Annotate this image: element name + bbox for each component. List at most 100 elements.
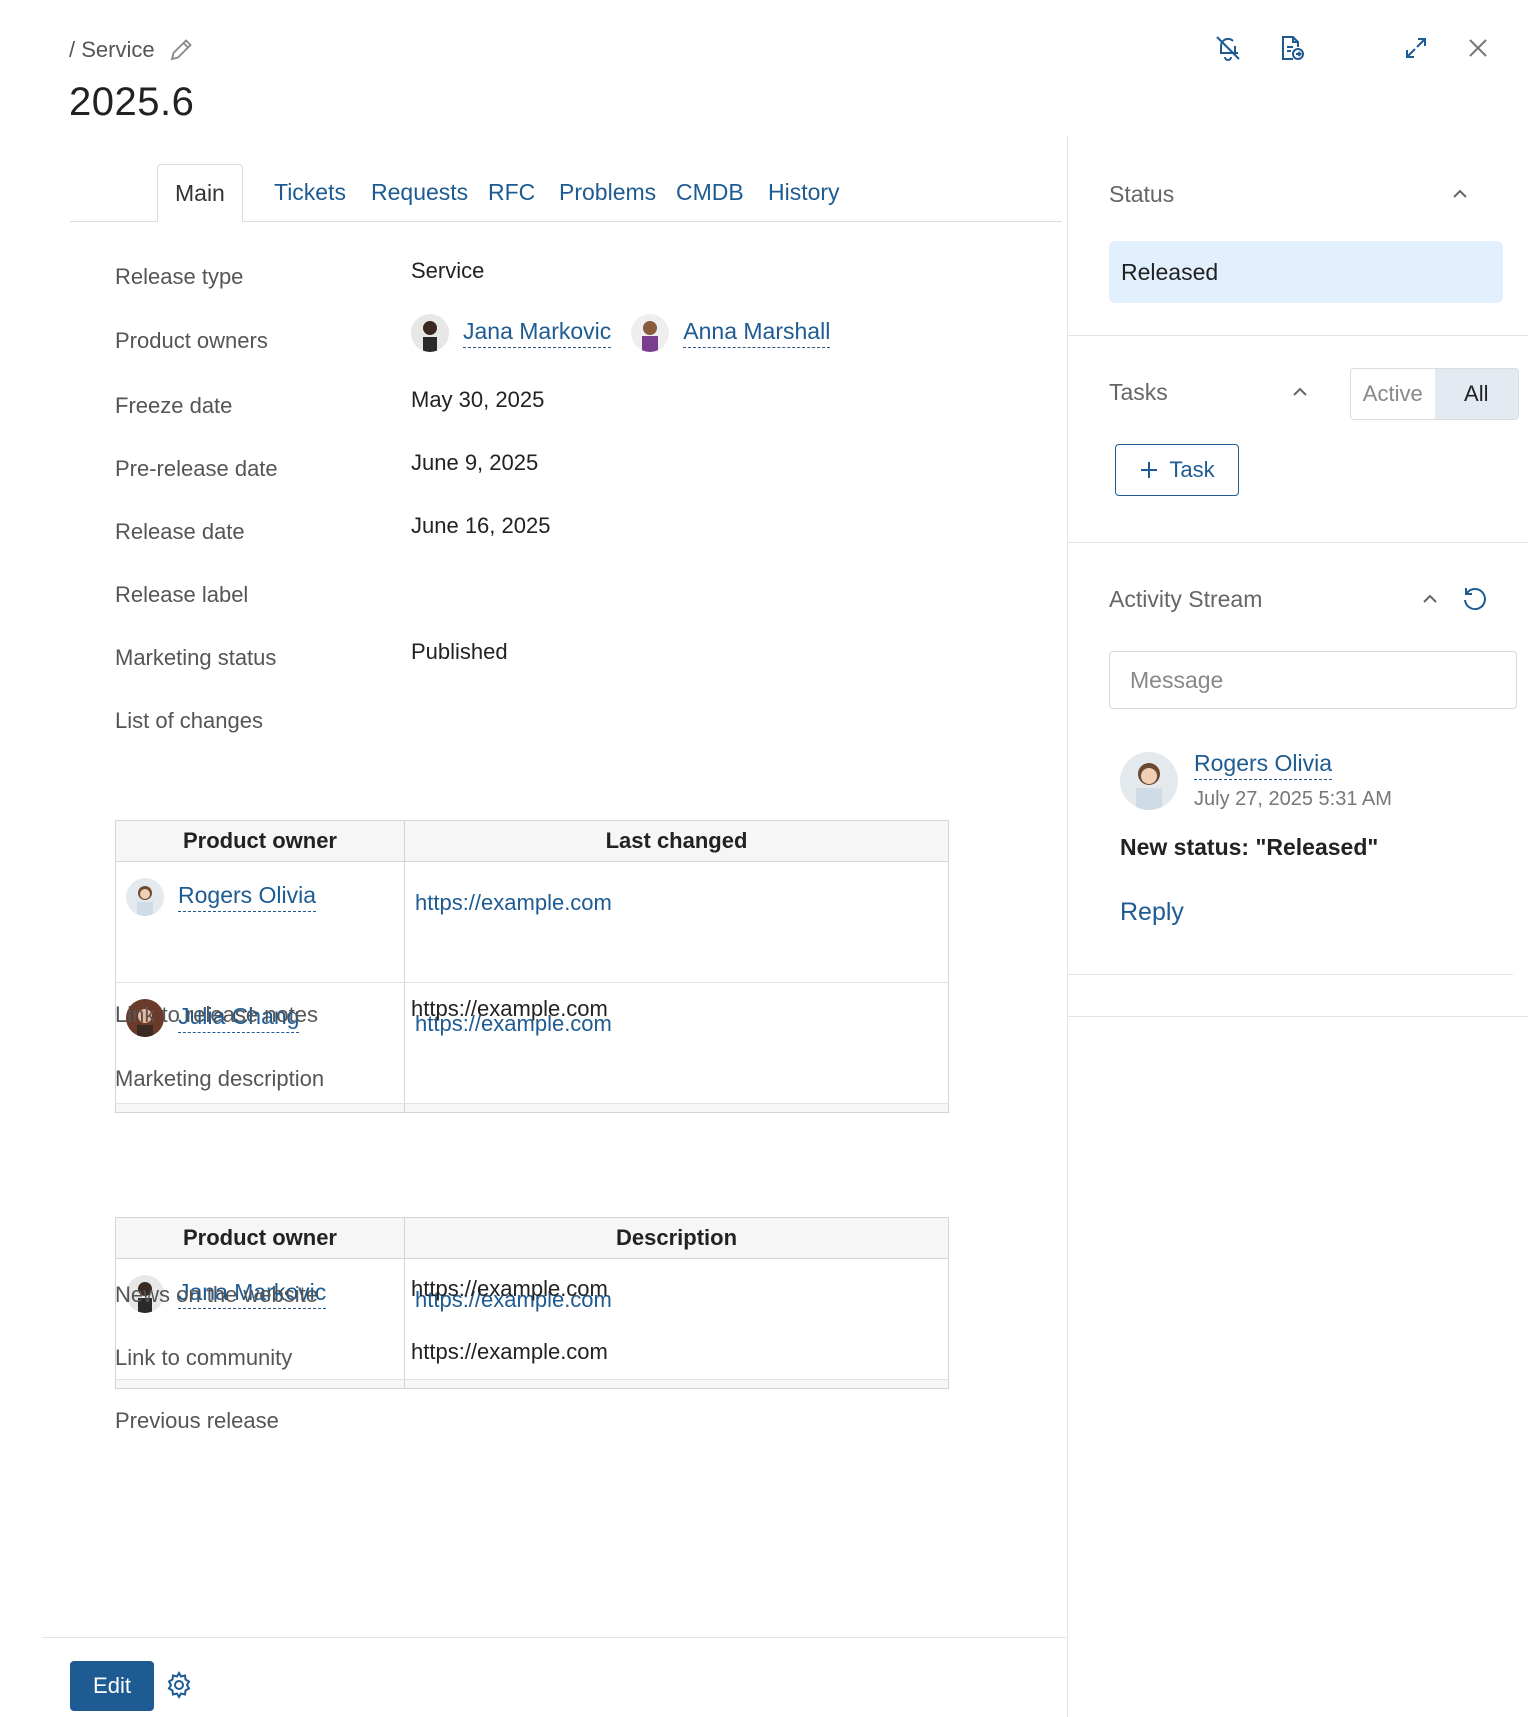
field-release-notes: Link to release notes https://example.co… (115, 996, 1015, 1042)
post-timestamp: July 27, 2025 5:31 AM (1194, 788, 1392, 810)
bell-off-icon[interactable] (1210, 30, 1246, 66)
status-title: Status (1109, 181, 1175, 207)
tab-problems[interactable]: Problems (542, 164, 673, 220)
marketing-status-value: Published (411, 639, 508, 664)
field-news: News on the website https://example.com (115, 1276, 1015, 1322)
field-label: Pre-release date (115, 456, 278, 481)
column-header: Description (404, 1217, 949, 1259)
url-link[interactable]: https://example.com (415, 890, 612, 915)
close-icon[interactable] (1460, 30, 1496, 66)
breadcrumb-text[interactable]: / Service (69, 37, 155, 63)
breadcrumb: / Service (69, 36, 195, 64)
avatar (411, 314, 449, 352)
chevron-up-icon[interactable] (1420, 589, 1440, 609)
column-header: Product owner (115, 820, 405, 862)
message-input[interactable] (1109, 651, 1517, 709)
news-link[interactable]: https://example.com (411, 1276, 608, 1302)
table-row: Rogers Olivia https://example.com (115, 861, 949, 983)
field-label: Marketing description (115, 1066, 325, 1091)
edit-button[interactable]: Edit (70, 1661, 154, 1711)
field-product-owners: Product owners Jana Markovic Anna Marsha… (115, 314, 1015, 368)
divider (1068, 542, 1528, 543)
field-marketing-description: Marketing description (115, 1066, 1015, 1106)
tab-requests[interactable]: Requests (354, 164, 485, 220)
product-owners-list: Jana Markovic Anna Marshall (411, 314, 836, 352)
pencil-icon[interactable] (167, 36, 195, 64)
field-release-date: Release date June 16, 2025 (115, 513, 1015, 559)
divider (1068, 1016, 1528, 1017)
field-label: Release label (115, 582, 249, 607)
release-date-value: June 16, 2025 (411, 513, 551, 538)
owner-link[interactable]: Jana Markovic (463, 318, 612, 348)
tab-cmdb[interactable]: CMDB (659, 164, 761, 220)
table-header-row: Product owner Description (115, 1217, 949, 1259)
document-export-icon[interactable] (1273, 30, 1309, 66)
field-previous-release: Previous release (115, 1408, 1015, 1448)
sidebar: Status Released Tasks Active All Task Ac… (1067, 136, 1528, 1717)
field-label: News on the website (115, 1282, 318, 1307)
add-task-button[interactable]: Task (1115, 444, 1239, 496)
chevron-up-icon[interactable] (1290, 382, 1310, 402)
reply-link[interactable]: Reply (1120, 898, 1184, 927)
field-community: Link to community https://example.com (115, 1339, 1015, 1385)
tab-bar: Main Tickets Requests RFC Problems CMDB … (70, 164, 1062, 222)
field-label: Release date (115, 519, 245, 544)
field-prerelease-date: Pre-release date June 9, 2025 (115, 450, 1015, 496)
chevron-up-icon[interactable] (1450, 184, 1470, 204)
avatar (1120, 752, 1178, 810)
tab-history[interactable]: History (751, 164, 857, 220)
divider (1068, 335, 1528, 336)
person: Rogers Olivia (126, 878, 404, 916)
field-list-of-changes: List of changes (115, 708, 1015, 748)
footer-divider (42, 1637, 1066, 1638)
gear-icon[interactable] (164, 1670, 194, 1700)
field-label: Marketing status (115, 645, 277, 670)
field-label: Release type (115, 264, 244, 289)
tasks-title: Tasks (1109, 379, 1168, 405)
refresh-icon[interactable] (1460, 584, 1492, 616)
field-label: Link to community (115, 1345, 293, 1370)
owner-chip: Jana Markovic (411, 314, 612, 352)
release-type-link[interactable]: Service (411, 258, 484, 284)
post-text: New status: "Released" (1120, 834, 1379, 860)
field-label: Freeze date (115, 393, 233, 418)
field-label: Link to release notes (115, 1002, 319, 1027)
activity-title: Activity Stream (1109, 586, 1263, 612)
status-badge[interactable]: Released (1109, 241, 1503, 303)
field-label: Previous release (115, 1408, 279, 1433)
post-author-link[interactable]: Rogers Olivia (1194, 750, 1333, 780)
main-panel: Main Tickets Requests RFC Problems CMDB … (42, 136, 1062, 1636)
community-link[interactable]: https://example.com (411, 1339, 608, 1365)
filter-all[interactable]: All (1434, 369, 1518, 419)
owner-link[interactable]: Anna Marshall (683, 318, 831, 348)
field-label: Product owners (115, 328, 268, 353)
tab-tickets[interactable]: Tickets (257, 164, 363, 220)
add-task-label: Task (1169, 457, 1215, 482)
plus-icon (1141, 462, 1158, 478)
table-header-row: Product owner Last changed (115, 820, 949, 862)
release-page: / Service 2025.6 Main Tickets Requests R… (0, 0, 1528, 1717)
column-header: Last changed (404, 820, 949, 862)
field-release-type: Release type Service (115, 258, 1015, 304)
owner-chip: Anna Marshall (631, 314, 831, 352)
window-actions (1188, 30, 1528, 70)
divider (1068, 974, 1513, 975)
link-cell: https://example.com (404, 861, 949, 983)
page-title: 2025.6 (69, 80, 195, 124)
column-header: Product owner (115, 1217, 405, 1259)
tasks-filter-toggle: Active All (1350, 368, 1519, 420)
avatar (126, 878, 164, 916)
field-release-label: Release label (115, 582, 1015, 622)
tab-rfc[interactable]: RFC (471, 164, 552, 220)
freeze-date-value: May 30, 2025 (411, 387, 545, 412)
release-notes-link[interactable]: https://example.com (411, 996, 608, 1022)
field-marketing-status: Marketing status Published (115, 639, 1015, 685)
prerelease-date-value: June 9, 2025 (411, 450, 539, 475)
avatar (631, 314, 670, 352)
tab-main[interactable]: Main (157, 164, 243, 222)
owner-link[interactable]: Rogers Olivia (178, 882, 317, 912)
expand-icon[interactable] (1398, 30, 1434, 66)
field-freeze-date: Freeze date May 30, 2025 (115, 387, 1015, 433)
filter-active[interactable]: Active (1351, 369, 1435, 419)
field-label: List of changes (115, 708, 263, 733)
